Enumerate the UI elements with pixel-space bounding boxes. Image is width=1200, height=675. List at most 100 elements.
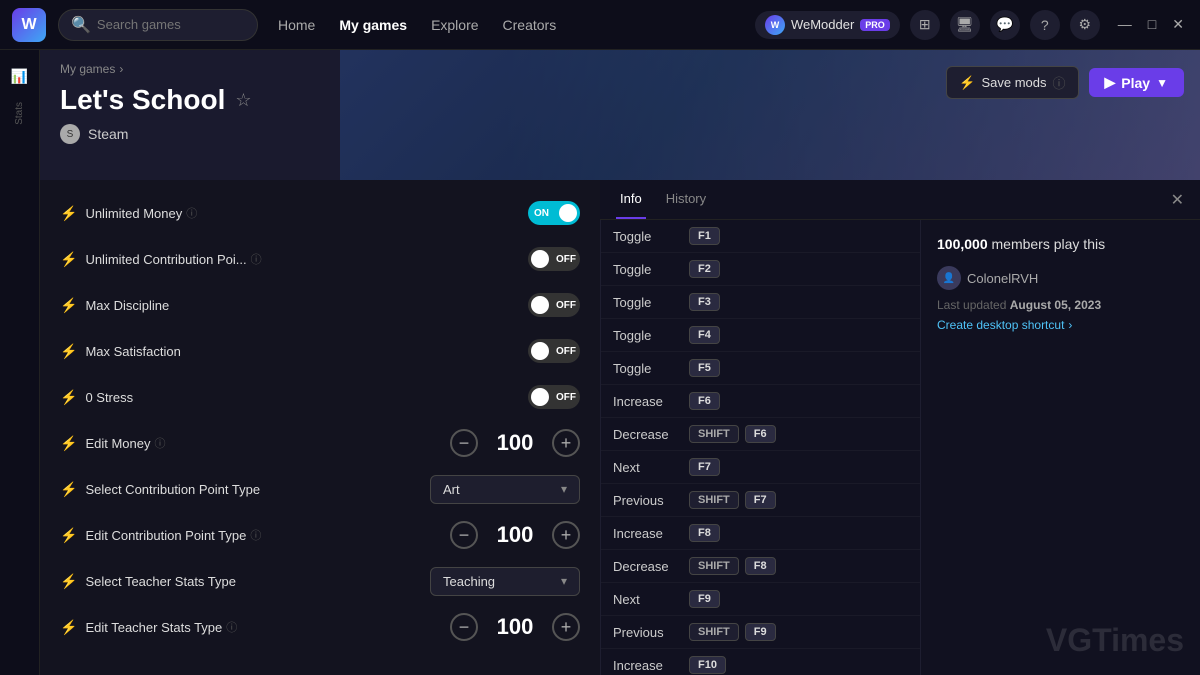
nav-icon-help[interactable]: ? — [1030, 10, 1060, 40]
shortcut-row: Next F7 — [601, 451, 920, 484]
search-box[interactable]: 🔍 — [58, 9, 258, 41]
mod-label: Edit Teacher Stats Type ⓘ — [85, 619, 442, 635]
toggle-label: ON — [534, 208, 549, 219]
toggle-label: OFF — [556, 300, 576, 311]
shortcut-label: Next — [613, 592, 683, 607]
info-icon[interactable]: ⓘ — [251, 251, 262, 267]
key-badge: F6 — [745, 425, 776, 443]
info-icon[interactable]: ⓘ — [250, 527, 261, 543]
arrow-right-icon: › — [1068, 318, 1072, 332]
nav-explore[interactable]: Explore — [431, 17, 478, 33]
toggle-label: OFF — [556, 346, 576, 357]
key-badge-shift: SHIFT — [689, 425, 739, 443]
nav-icon-discord[interactable]: 💬 — [990, 10, 1020, 40]
dropdown-value: Art — [443, 482, 460, 497]
nav-home[interactable]: Home — [278, 17, 315, 33]
key-badge: F8 — [745, 557, 776, 575]
bolt-icon: ⚡ — [60, 619, 77, 636]
platform-row: S Steam — [60, 124, 1180, 144]
nav-icon-grid[interactable]: ⊞ — [910, 10, 940, 40]
nav-icon-settings[interactable]: ⚙ — [1070, 10, 1100, 40]
mod-label: Select Teacher Stats Type — [85, 574, 422, 589]
nav-links: Home My games Explore Creators — [278, 17, 556, 33]
toggle-max-satisfaction[interactable]: OFF — [528, 339, 580, 363]
edit-teacher-control: − 100 + — [450, 613, 580, 641]
sidebar-icon-stats[interactable]: 📊 — [6, 62, 34, 90]
info-icon[interactable]: ⓘ — [154, 435, 165, 451]
app-logo[interactable]: W — [12, 8, 46, 42]
info-icon[interactable]: ⓘ — [186, 205, 197, 221]
close-btn[interactable]: ✕ — [1168, 14, 1188, 35]
play-button[interactable]: ▶ Play ▼ — [1089, 68, 1184, 97]
save-mods-button[interactable]: ⚡ Save mods ⓘ — [946, 66, 1078, 99]
mod-unlimited-money: ⚡ Unlimited Money ⓘ ON — [40, 190, 600, 236]
edit-money-value: 100 — [490, 430, 540, 456]
wemodder-logo: W — [765, 15, 785, 35]
edit-money-decrease-btn[interactable]: − — [450, 429, 478, 457]
toggle-zero-stress[interactable]: OFF — [528, 385, 580, 409]
search-icon: 🔍 — [71, 15, 91, 35]
edit-teacher-decrease-btn[interactable]: − — [450, 613, 478, 641]
tab-info[interactable]: Info — [616, 180, 646, 219]
toggle-thumb — [531, 296, 549, 314]
teacher-dropdown[interactable]: Teaching ▾ — [430, 567, 580, 596]
favorite-star-icon[interactable]: ☆ — [235, 90, 251, 111]
platform-label: Steam — [88, 126, 128, 142]
user-badge[interactable]: W WeModder PRO — [755, 11, 900, 39]
toggle-unlimited-money[interactable]: ON — [528, 201, 580, 225]
minimize-btn[interactable]: — — [1114, 14, 1136, 35]
mod-label: Edit Money ⓘ — [85, 435, 442, 451]
breadcrumb-parent[interactable]: My games — [60, 62, 115, 76]
toggle-max-discipline[interactable]: OFF — [528, 293, 580, 317]
edit-contribution-decrease-btn[interactable]: − — [450, 521, 478, 549]
edit-teacher-value: 100 — [490, 614, 540, 640]
play-dropdown-arrow: ▼ — [1156, 76, 1168, 90]
toggle-unlimited-contribution[interactable]: OFF — [528, 247, 580, 271]
edit-contribution-increase-btn[interactable]: + — [552, 521, 580, 549]
nav-icon-monitor[interactable]: 🖥 — [950, 10, 980, 40]
mod-label: Unlimited Contribution Poi... ⓘ — [85, 251, 520, 267]
key-badge-shift: SHIFT — [689, 491, 739, 509]
avatar: 👤 — [937, 266, 961, 290]
left-sidebar: 📊 Stats — [0, 50, 40, 675]
shortcut-label: Toggle — [613, 262, 683, 277]
shortcut-row: Toggle F4 — [601, 319, 920, 352]
info-icon[interactable]: ⓘ — [226, 619, 237, 635]
create-shortcut-link[interactable]: Create desktop shortcut › — [937, 318, 1184, 332]
dropdown-value: Teaching — [443, 574, 495, 589]
mod-label: Edit Contribution Point Type ⓘ — [85, 527, 442, 543]
shortcut-row: Toggle F1 — [601, 220, 920, 253]
key-badge-shift: SHIFT — [689, 557, 739, 575]
key-badge: F9 — [689, 590, 720, 608]
mod-label: Max Satisfaction — [85, 344, 520, 359]
toggle-thumb — [559, 204, 577, 222]
main-area: 📊 Stats My games › Let's School ☆ S Stea… — [0, 50, 1200, 675]
bolt-icon: ⚡ — [60, 527, 77, 544]
mod-max-discipline: ⚡ Max Discipline OFF — [40, 282, 600, 328]
mod-unlimited-contribution: ⚡ Unlimited Contribution Poi... ⓘ OFF — [40, 236, 600, 282]
edit-teacher-increase-btn[interactable]: + — [552, 613, 580, 641]
edit-money-increase-btn[interactable]: + — [552, 429, 580, 457]
close-info-button[interactable]: ✕ — [1171, 190, 1184, 210]
sidebar-stats-label: Stats — [14, 102, 25, 125]
search-input[interactable] — [97, 17, 245, 32]
nav-creators[interactable]: Creators — [503, 17, 557, 33]
shortcut-label: Increase — [613, 658, 683, 673]
key-badge: F3 — [689, 293, 720, 311]
mods-panel: ⚡ Unlimited Money ⓘ ON ⚡ Unlimited Contr… — [40, 180, 600, 675]
contribution-dropdown[interactable]: Art ▾ — [430, 475, 580, 504]
last-updated: Last updated August 05, 2023 — [937, 298, 1184, 312]
toggle-thumb — [531, 342, 549, 360]
mod-edit-teacher: ⚡ Edit Teacher Stats Type ⓘ − 100 + — [40, 604, 600, 650]
key-badge: F7 — [745, 491, 776, 509]
bolt-icon: ⚡ — [60, 435, 77, 452]
shortcut-row: Decrease SHIFT F6 — [601, 418, 920, 451]
shortcut-row: Toggle F3 — [601, 286, 920, 319]
shortcut-row: Next F9 — [601, 583, 920, 616]
maximize-btn[interactable]: □ — [1144, 14, 1160, 35]
mod-edit-contribution: ⚡ Edit Contribution Point Type ⓘ − 100 + — [40, 512, 600, 558]
toggle-thumb — [531, 388, 549, 406]
tab-history[interactable]: History — [662, 180, 710, 219]
key-badge: F6 — [689, 392, 720, 410]
nav-my-games[interactable]: My games — [339, 17, 407, 33]
